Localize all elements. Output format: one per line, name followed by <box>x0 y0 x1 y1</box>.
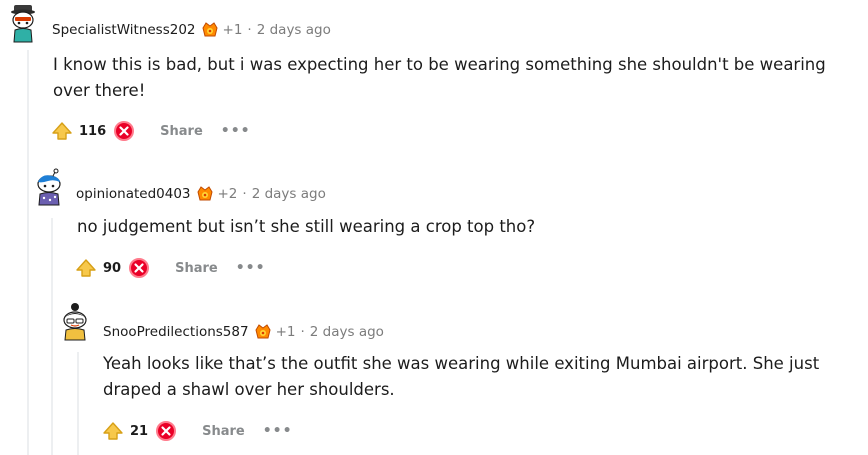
username[interactable]: SpecialistWitness202 <box>52 22 196 38</box>
award-count: +1 <box>275 324 296 340</box>
comment-body: no judgement but isn’t she still wearing… <box>77 214 847 240</box>
more-options-button[interactable]: ••• <box>236 260 266 276</box>
award-count: +2 <box>217 186 238 202</box>
dot-separator: · <box>247 22 252 38</box>
timestamp[interactable]: 2 days ago <box>310 324 384 340</box>
downvote-button[interactable] <box>154 419 178 443</box>
snoo-avatar-icon <box>11 5 35 43</box>
downvote-icon <box>114 121 135 141</box>
more-options-button[interactable]: ••• <box>263 423 293 439</box>
upvote-button[interactable] <box>73 255 99 281</box>
comment-meta: SnooPredilections587 +1 · 2 days ago <box>103 322 384 342</box>
avatar[interactable] <box>58 302 92 342</box>
upvote-icon <box>103 422 123 440</box>
comment-body: Yeah looks like that’s the outfit she wa… <box>103 351 853 403</box>
upvote-icon <box>52 122 72 140</box>
vote-score: 116 <box>79 123 107 139</box>
downvote-button[interactable] <box>112 119 136 143</box>
downvote-icon <box>129 258 150 278</box>
comment-body-line: I know this is bad, but i was expecting … <box>53 55 826 74</box>
thread-line-level-1[interactable] <box>27 50 29 455</box>
comment-actions: 116 Share ••• <box>49 118 251 144</box>
timestamp[interactable]: 2 days ago <box>252 186 326 202</box>
comment-body-line: no judgement but isn’t she still wearing… <box>77 217 536 236</box>
comment-body-line: draped a shawl over her shoulders. <box>103 380 395 399</box>
timestamp[interactable]: 2 days ago <box>257 22 331 38</box>
vote-score: 21 <box>130 423 149 439</box>
comment-meta: opinionated0403 +2 · 2 days ago <box>76 184 326 204</box>
upvote-icon <box>76 259 96 277</box>
snoo-avatar-icon <box>63 303 87 341</box>
more-options-button[interactable]: ••• <box>221 123 251 139</box>
comment-body: I know this is bad, but i was expecting … <box>53 52 853 104</box>
downvote-icon <box>156 421 177 441</box>
dot-separator: · <box>242 186 247 202</box>
share-button[interactable]: Share <box>160 124 203 139</box>
thread-line-level-2[interactable] <box>51 218 53 455</box>
username[interactable]: opinionated0403 <box>76 186 191 202</box>
avatar[interactable] <box>32 167 66 207</box>
award-icon[interactable] <box>253 322 273 342</box>
share-button[interactable]: Share <box>175 261 218 276</box>
share-button[interactable]: Share <box>202 424 245 439</box>
downvote-button[interactable] <box>127 256 151 280</box>
award-count: +1 <box>222 22 243 38</box>
comment-actions: 90 Share ••• <box>73 255 266 281</box>
comment-body-line: over there! <box>53 81 146 100</box>
username[interactable]: SnooPredilections587 <box>103 324 249 340</box>
upvote-button[interactable] <box>49 118 75 144</box>
snoo-avatar-icon <box>37 168 61 206</box>
vote-score: 90 <box>103 260 122 276</box>
comment-meta: SpecialistWitness202 +1 · 2 days ago <box>52 20 331 40</box>
avatar[interactable] <box>6 4 40 44</box>
thread-line-level-3[interactable] <box>77 352 79 455</box>
award-icon[interactable] <box>200 20 220 40</box>
comment-actions: 21 Share ••• <box>100 418 293 444</box>
upvote-button[interactable] <box>100 418 126 444</box>
comment-body-line: Yeah looks like that’s the outfit she wa… <box>103 354 820 373</box>
award-icon[interactable] <box>195 184 215 204</box>
dot-separator: · <box>300 324 305 340</box>
